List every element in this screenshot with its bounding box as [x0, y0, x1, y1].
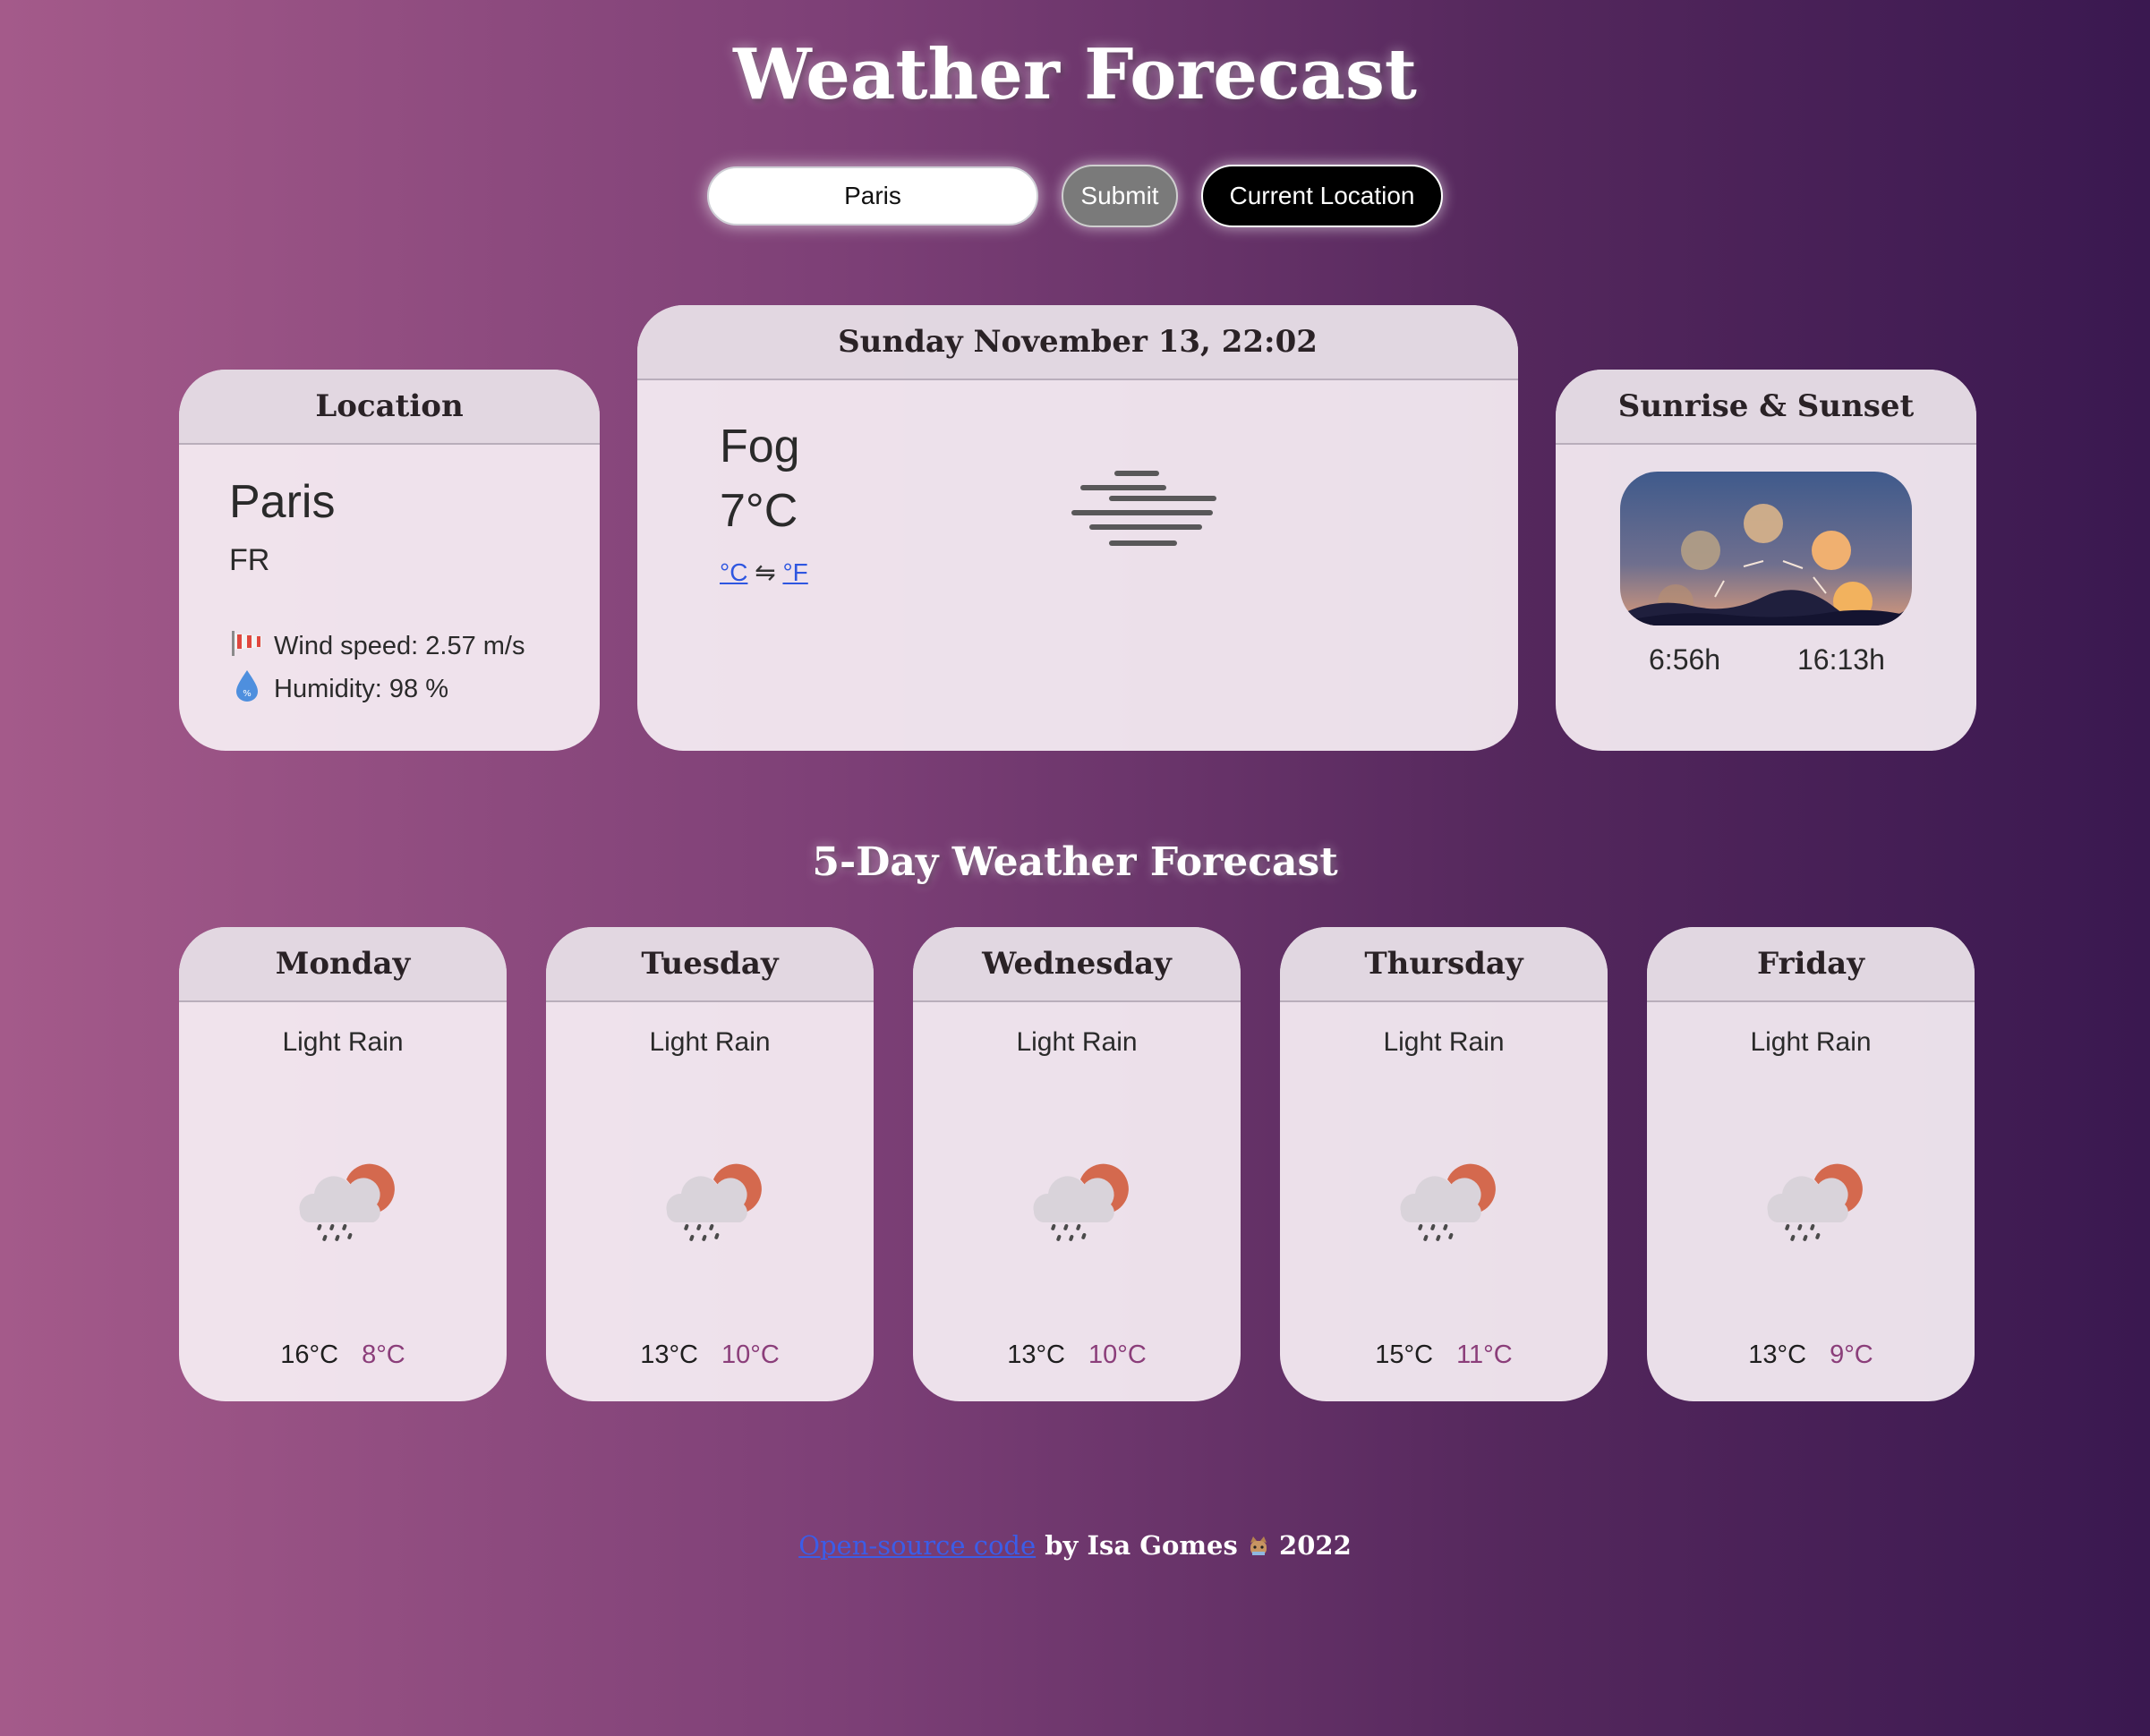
forecast-day-name: Tuesday	[546, 927, 874, 1002]
weather-description: Fog	[720, 421, 800, 472]
sunrise-time: 6:56h	[1649, 643, 1721, 676]
forecast-temperatures: 15°C 11°C	[1280, 1340, 1608, 1370]
forecast-day-card: Friday Light Rain 13°C 9°C	[1647, 927, 1975, 1401]
forecast-day-card: Wednesday Light Rain 13°C 10°C	[913, 927, 1241, 1401]
light-rain-icon	[658, 1149, 765, 1252]
unit-toggle: °C ⇋ °F	[720, 557, 808, 587]
fahrenheit-link[interactable]: °F	[782, 558, 807, 586]
source-code-link[interactable]: Open-source code	[798, 1530, 1036, 1561]
sun-path-illustration	[1620, 472, 1912, 625]
forecast-day-name: Thursday	[1280, 927, 1608, 1002]
page-title: Weather Forecast	[733, 34, 1417, 115]
max-temperature: 15°C	[1375, 1340, 1434, 1369]
forecast-temperatures: 16°C 8°C	[179, 1340, 507, 1370]
country-code: FR	[229, 543, 270, 577]
forecast-day-description: Light Rain	[1750, 1027, 1872, 1057]
forecast-day-name: Friday	[1647, 927, 1975, 1002]
current-temperature: 7°C	[720, 485, 798, 537]
svg-text:%: %	[243, 689, 252, 699]
search-bar: Submit Current Location	[707, 165, 1443, 227]
water-drop-icon: %	[229, 668, 265, 710]
forecast-day-name: Wednesday	[913, 927, 1241, 1002]
footer: Open-source code by Isa Gomes 2022	[0, 1530, 2150, 1561]
forecast-day-card: Monday Light Rain 16°C 8°C	[179, 927, 507, 1401]
sunset-time: 16:13h	[1797, 643, 1885, 676]
forecast-day-name: Monday	[179, 927, 507, 1002]
forecast-temperatures: 13°C 10°C	[546, 1340, 874, 1370]
min-temperature: 10°C	[721, 1340, 780, 1369]
city-name: Paris	[229, 476, 336, 528]
current-datetime: Sunday November 13, 22:02	[637, 305, 1518, 380]
sun-card-heading: Sunrise & Sunset	[1556, 370, 1976, 445]
footer-author: by Isa Gomes	[1045, 1530, 1238, 1561]
location-card-heading: Location	[179, 370, 600, 445]
light-rain-icon	[1392, 1149, 1499, 1252]
current-location-button[interactable]: Current Location	[1201, 165, 1443, 227]
max-temperature: 13°C	[640, 1340, 698, 1369]
max-temperature: 16°C	[280, 1340, 339, 1369]
forecast-day-description: Light Rain	[1016, 1027, 1138, 1057]
max-temperature: 13°C	[1007, 1340, 1065, 1369]
light-rain-icon	[291, 1149, 398, 1252]
current-weather-card: Sunday November 13, 22:02 Fog 7°C °C ⇋ °…	[637, 305, 1518, 751]
light-rain-icon	[1759, 1149, 1866, 1252]
forecast-temperatures: 13°C 9°C	[1647, 1340, 1975, 1370]
sunrise-sunset-card: Sunrise & Sunset 6:56h 16:13h	[1556, 370, 1976, 751]
forecast-day-description: Light Rain	[649, 1027, 771, 1057]
humidity: % Humidity: 98 %	[229, 668, 448, 710]
cat-icon	[1247, 1530, 1279, 1561]
light-rain-icon	[1025, 1149, 1132, 1252]
wind-speed-text: Wind speed: 2.57 m/s	[274, 631, 525, 660]
forecast-title: 5-Day Weather Forecast	[812, 839, 1338, 885]
celsius-link[interactable]: °C	[720, 558, 747, 586]
footer-year: 2022	[1279, 1530, 1352, 1561]
forecast-day-description: Light Rain	[282, 1027, 404, 1057]
min-temperature: 10°C	[1088, 1340, 1147, 1369]
submit-button[interactable]: Submit	[1062, 165, 1178, 227]
forecast-day-description: Light Rain	[1383, 1027, 1505, 1057]
min-temperature: 9°C	[1830, 1340, 1873, 1369]
forecast-day-card: Thursday Light Rain 15°C 11°C	[1280, 927, 1608, 1401]
humidity-text: Humidity: 98 %	[274, 674, 449, 703]
windsock-icon	[229, 627, 265, 665]
unit-separator: ⇋	[755, 558, 776, 586]
min-temperature: 11°C	[1456, 1340, 1513, 1369]
city-search-input[interactable]	[707, 166, 1038, 226]
forecast-day-card: Tuesday Light Rain 13°C 10°C	[546, 927, 874, 1401]
fog-icon	[1071, 466, 1223, 569]
forecast-temperatures: 13°C 10°C	[913, 1340, 1241, 1370]
max-temperature: 13°C	[1748, 1340, 1807, 1369]
min-temperature: 8°C	[362, 1340, 405, 1369]
location-card: Location Paris FR Wind speed: 2.57 m/s %…	[179, 370, 600, 751]
wind-speed: Wind speed: 2.57 m/s	[229, 627, 525, 665]
